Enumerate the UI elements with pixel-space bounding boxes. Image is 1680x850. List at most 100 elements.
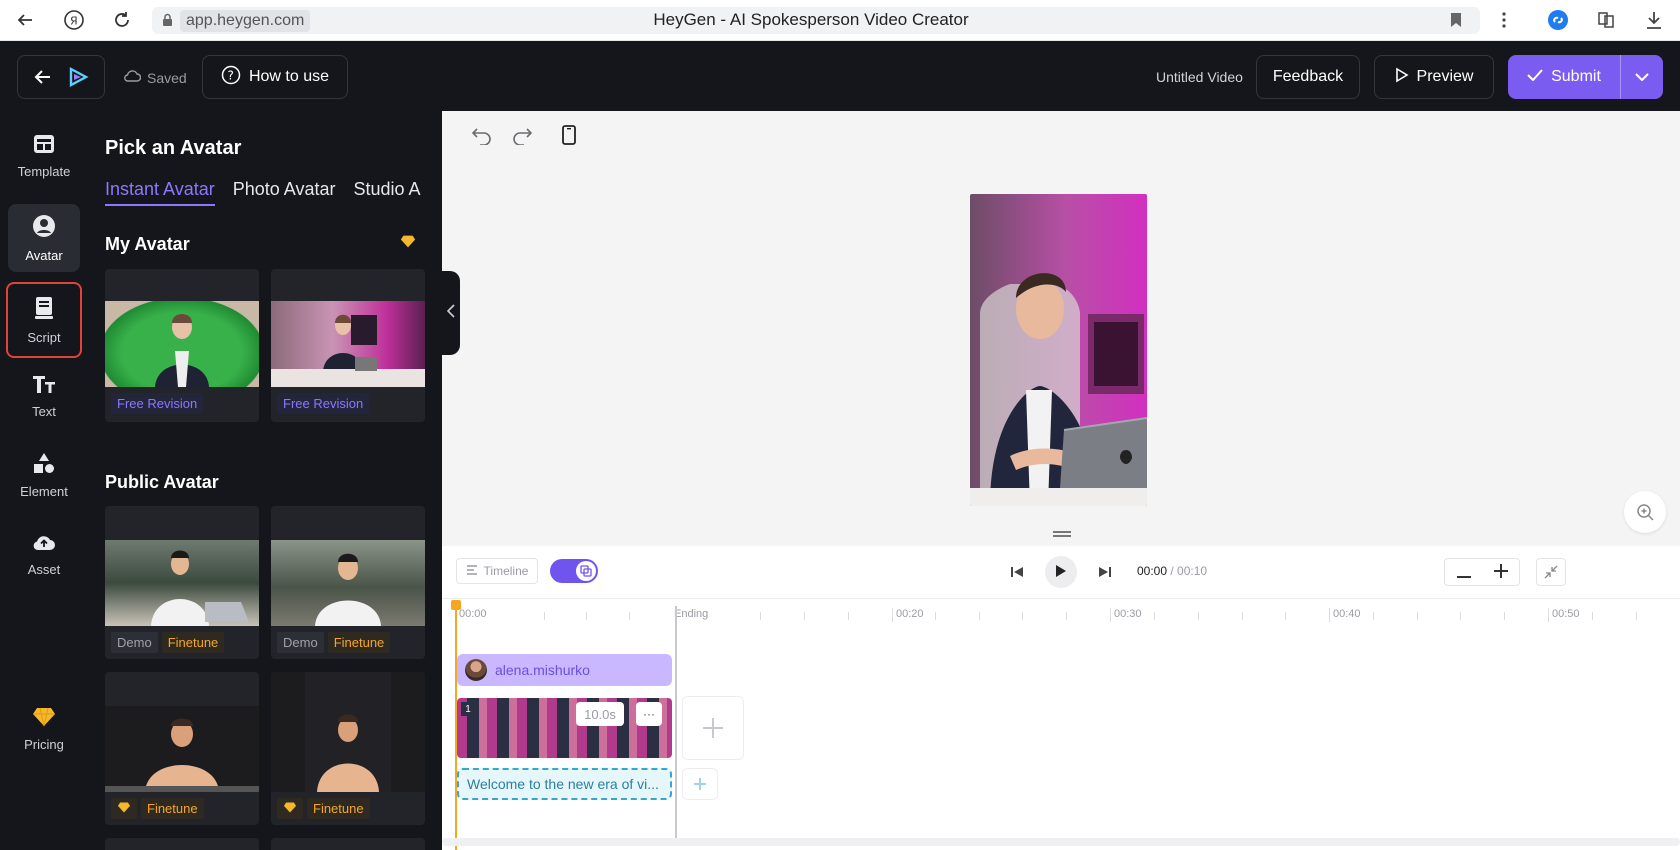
tick	[1066, 612, 1067, 620]
avatar-track[interactable]: alena.mishurko	[457, 654, 672, 686]
total-time: / 00:10	[1170, 564, 1208, 578]
overlay-toggle[interactable]	[550, 559, 598, 583]
lock-icon	[162, 13, 173, 30]
rail-item-script[interactable]: Script	[6, 282, 82, 358]
avatar-thumbnail	[271, 540, 425, 626]
tick	[1417, 612, 1418, 620]
ending-marker	[675, 606, 677, 842]
zoom-out-icon[interactable]	[1456, 561, 1471, 584]
tag-row: Demo Finetune	[277, 632, 391, 653]
clip-duration[interactable]: 10.0s	[576, 702, 624, 726]
play-button[interactable]	[1045, 556, 1077, 588]
add-clip-button[interactable]	[682, 696, 744, 760]
yandex-icon[interactable]: Я	[55, 1, 93, 39]
diamond-icon	[400, 235, 416, 251]
tick	[848, 612, 849, 620]
tick	[1022, 612, 1023, 620]
rail-item-avatar[interactable]: Avatar	[8, 204, 80, 272]
video-preview[interactable]	[970, 194, 1147, 506]
tick	[760, 612, 761, 620]
timeline-scrollbar[interactable]	[442, 838, 1680, 846]
saved-status: Saved	[123, 69, 187, 86]
rail-item-asset[interactable]: Asset	[8, 520, 80, 588]
left-rail: Template Avatar Script Text Element Asse…	[0, 111, 88, 850]
redo-icon[interactable]	[512, 125, 533, 151]
preview-label: Preview	[1416, 68, 1474, 85]
undo-icon[interactable]	[471, 125, 492, 151]
zoom-in-icon[interactable]	[1493, 561, 1508, 584]
browser-bar: Я app.heygen.com HeyGen - AI Spokesperso…	[0, 0, 1680, 41]
avatar-thumbnail	[271, 672, 425, 792]
tick	[1110, 608, 1111, 622]
tick	[629, 612, 630, 620]
tab-studio-avatar[interactable]: Studio A	[354, 179, 421, 206]
url-text: app.heygen.com	[180, 9, 311, 32]
add-script-button[interactable]	[682, 768, 718, 800]
timeline-button[interactable]: Timeline	[456, 558, 538, 584]
back-arrow-icon[interactable]	[6, 1, 44, 39]
tick-label: 00:40	[1333, 608, 1361, 620]
my-avatar-title: My Avatar	[105, 234, 190, 254]
public-avatar-card[interactable]: Demo Finetune	[105, 506, 259, 659]
skip-back-icon[interactable]	[1005, 558, 1029, 586]
tab-photo-avatar[interactable]: Photo Avatar	[233, 179, 336, 206]
bookmark-icon[interactable]	[1444, 6, 1468, 34]
public-avatar-card[interactable]	[271, 838, 425, 850]
skip-forward-icon[interactable]	[1093, 558, 1117, 586]
avatar-thumbnail	[105, 540, 259, 626]
rail-item-pricing[interactable]: Pricing	[8, 695, 80, 763]
video-title[interactable]: Untitled Video	[1156, 69, 1243, 85]
feedback-button[interactable]: Feedback	[1256, 55, 1360, 99]
rail-label: Avatar	[25, 247, 63, 263]
submit-dropdown[interactable]	[1621, 55, 1663, 99]
public-avatar-card[interactable]: Finetune	[271, 672, 425, 825]
tick	[544, 612, 545, 620]
clip-more-button[interactable]: ···	[636, 702, 662, 726]
tick	[1329, 608, 1330, 622]
diamond-icon	[277, 798, 303, 819]
play-icon	[1055, 564, 1067, 581]
tick	[1460, 612, 1461, 620]
diamond-icon	[111, 798, 137, 819]
back-home-button[interactable]	[17, 55, 105, 99]
demo-tag: Demo	[277, 632, 324, 653]
submit-button[interactable]: Submit	[1508, 55, 1621, 99]
demo-tag: Demo	[111, 632, 158, 653]
tab-instant-avatar[interactable]: Instant Avatar	[105, 179, 215, 206]
more-vert-icon[interactable]	[1492, 6, 1516, 34]
my-avatar-card[interactable]: Free Revision	[271, 269, 425, 422]
public-avatar-card[interactable]: Demo Finetune	[271, 506, 425, 659]
finetune-tag: Finetune	[327, 632, 391, 653]
my-avatar-card[interactable]: Free Revision	[105, 269, 259, 422]
script-track[interactable]: Welcome to the new era of vi...	[457, 768, 672, 800]
download-icon[interactable]	[1641, 6, 1667, 34]
free-revision-tag: Free Revision	[277, 393, 370, 414]
reload-icon[interactable]	[103, 1, 141, 39]
saved-label: Saved	[147, 69, 187, 86]
phone-aspect-icon[interactable]	[562, 125, 576, 151]
how-to-use-button[interactable]: ? How to use	[202, 55, 348, 99]
public-avatar-card[interactable]: Finetune	[105, 672, 259, 825]
panel-resize-handle[interactable]	[1053, 531, 1071, 537]
playhead[interactable]	[451, 600, 461, 850]
tick	[1242, 612, 1243, 620]
collapse-timeline-icon[interactable]	[1536, 558, 1566, 586]
collections-icon[interactable]	[1593, 6, 1619, 34]
rail-item-template[interactable]: Template	[8, 122, 80, 190]
tick	[1504, 612, 1505, 620]
rail-item-text[interactable]: Text	[8, 362, 80, 430]
video-clip[interactable]: 1 10.0s ···	[457, 698, 672, 758]
collapse-panel-button[interactable]	[442, 271, 460, 355]
public-avatar-card[interactable]	[105, 838, 259, 850]
play-outline-icon	[1395, 67, 1409, 88]
finetune-tag: Finetune	[161, 632, 225, 653]
avatar	[465, 659, 487, 681]
avatar-thumbnail	[105, 301, 259, 387]
rail-label: Text	[32, 403, 56, 419]
shazam-icon[interactable]	[1545, 6, 1571, 34]
address-bar[interactable]: app.heygen.com	[152, 7, 1480, 34]
zoom-canvas-button[interactable]	[1624, 491, 1666, 533]
panel-title: Pick an Avatar	[105, 137, 242, 159]
preview-button[interactable]: Preview	[1374, 55, 1494, 99]
rail-item-element[interactable]: Element	[8, 441, 80, 509]
